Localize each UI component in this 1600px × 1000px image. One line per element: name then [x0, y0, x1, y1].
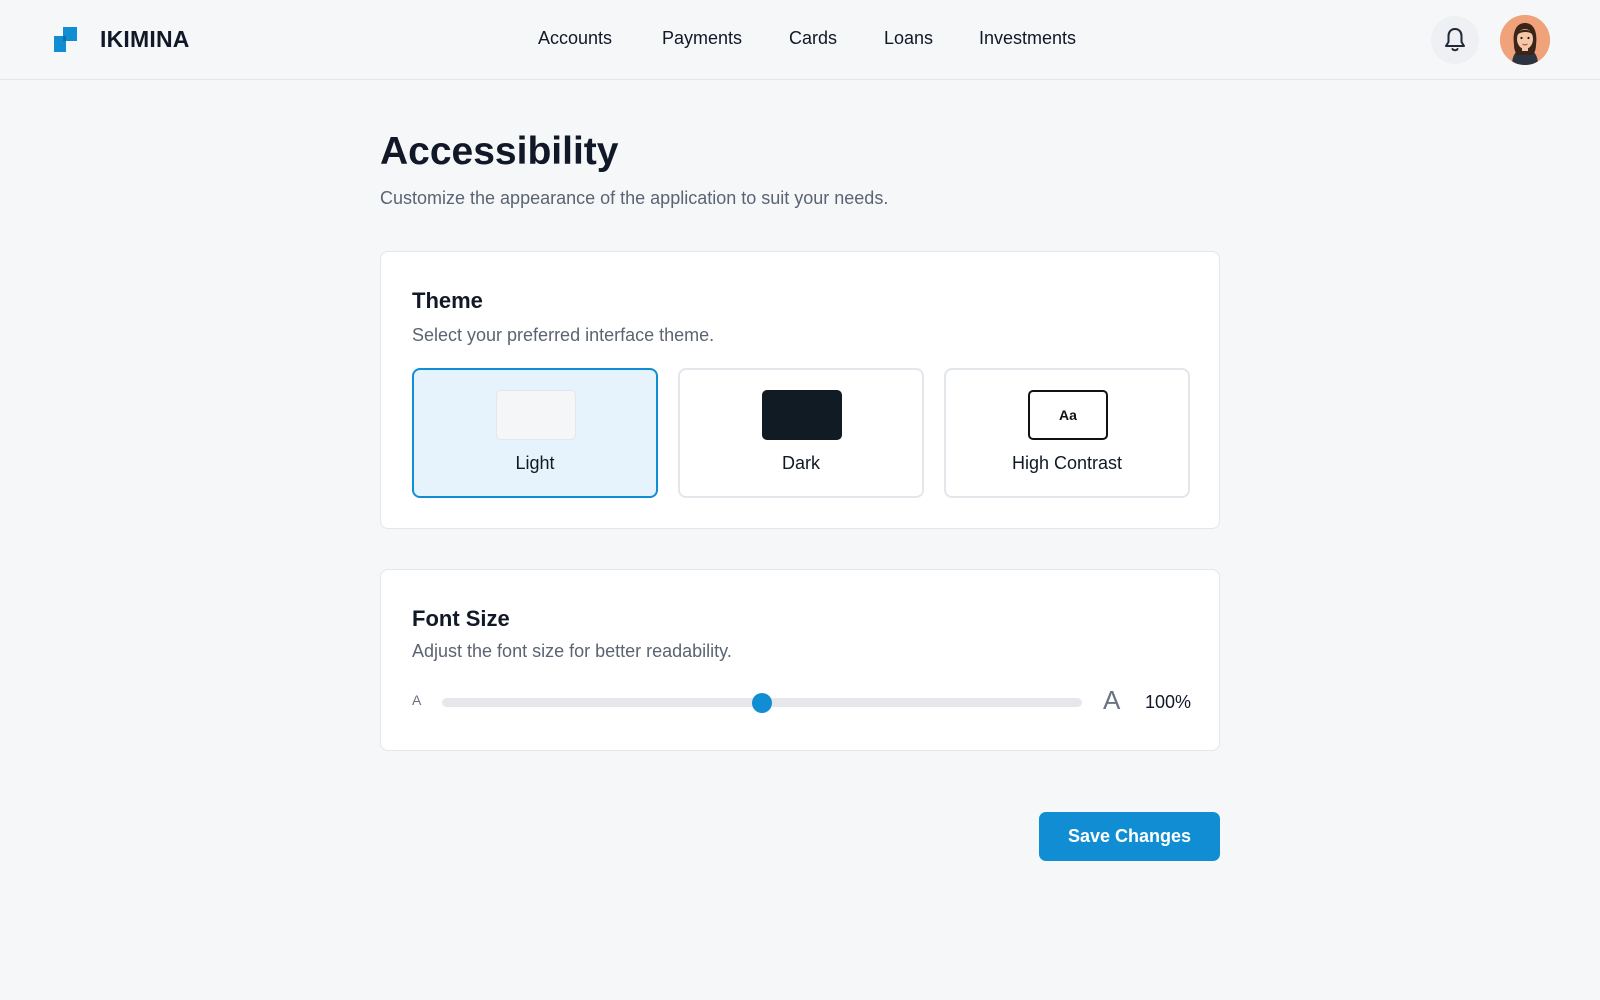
nav-item-cards[interactable]: Cards	[789, 28, 837, 49]
swatch-sample-text: Aa	[1059, 407, 1077, 423]
theme-option-label: Dark	[781, 453, 820, 473]
notifications-button[interactable]	[1431, 16, 1479, 64]
main-nav: Accounts Payments Cards Loans Investment…	[0, 28, 1600, 52]
theme-option-label: Light	[515, 453, 555, 473]
nav-item-payments[interactable]: Payments	[662, 28, 742, 49]
slider-thumb[interactable]	[752, 693, 772, 713]
theme-option-light[interactable]: Light	[412, 368, 658, 498]
bell-icon	[1445, 28, 1465, 52]
nav-item-investments[interactable]: Investments	[979, 28, 1076, 49]
font-size-slider[interactable]	[442, 693, 1082, 713]
font-size-value: 100%	[1144, 692, 1191, 712]
save-changes-button[interactable]: Save Changes	[1039, 812, 1220, 861]
theme-option-dark[interactable]: Dark	[678, 368, 924, 498]
theme-card: Theme Select your preferred interface th…	[380, 251, 1220, 529]
theme-option-high-contrast[interactable]: Aa High Contrast	[944, 368, 1190, 498]
light-theme-swatch	[496, 390, 576, 440]
avatar-illustration	[1500, 15, 1550, 65]
theme-description: Select your preferred interface theme.	[412, 325, 715, 345]
nav-item-loans[interactable]: Loans	[884, 28, 933, 49]
top-header: IKIMINA Accounts Payments Cards Loans In…	[0, 0, 1600, 80]
user-avatar[interactable]	[1500, 15, 1550, 65]
small-font-icon: A	[412, 692, 422, 708]
high-contrast-theme-swatch: Aa	[1028, 390, 1108, 440]
font-size-card: Font Size Adjust the font size for bette…	[380, 569, 1220, 751]
font-size-title: Font Size	[412, 606, 510, 631]
page-title: Accessibility	[380, 130, 619, 173]
large-font-icon: A	[1103, 685, 1121, 715]
theme-title: Theme	[412, 288, 483, 313]
page-subtitle: Customize the appearance of the applicat…	[380, 188, 889, 208]
nav-item-accounts[interactable]: Accounts	[538, 28, 612, 49]
dark-theme-swatch	[762, 390, 842, 440]
theme-option-label: High Contrast	[1011, 453, 1123, 473]
font-size-description: Adjust the font size for better readabil…	[412, 641, 732, 661]
